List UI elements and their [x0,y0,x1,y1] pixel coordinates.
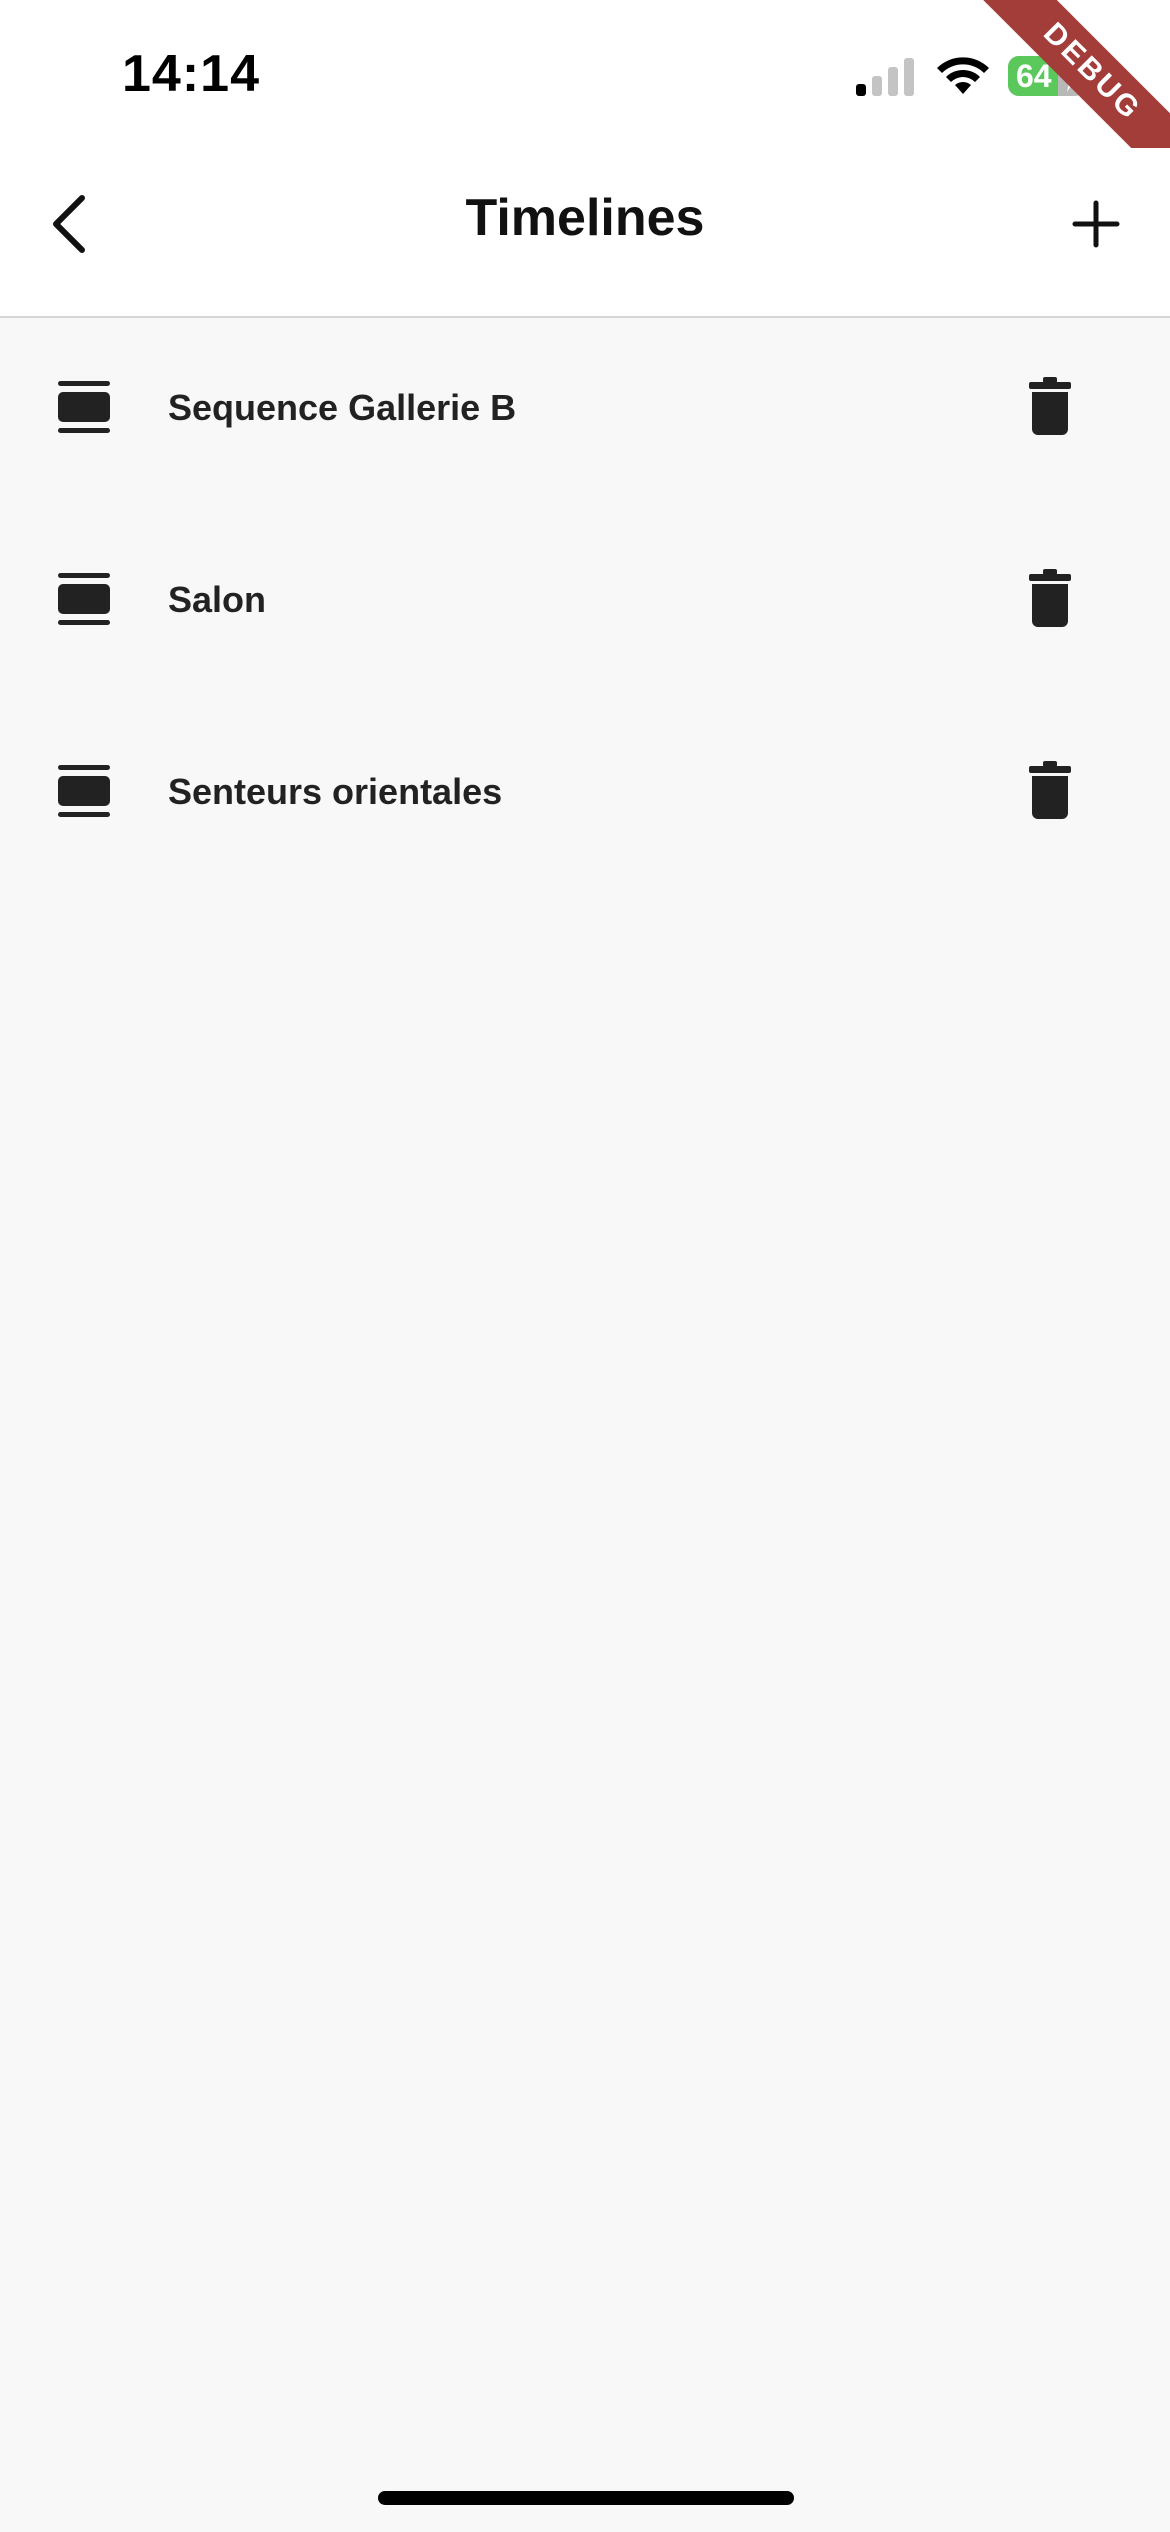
trash-icon [1029,569,1071,627]
home-indicator[interactable] [378,2491,794,2505]
timeline-label: Senteurs orientales [168,771,503,812]
timeline-list-item[interactable]: Sequence Gallerie B [0,318,1170,510]
add-timeline-button[interactable] [1056,184,1136,264]
timelines-list: Sequence Gallerie B Salon Senteurs orien… [0,318,1170,894]
delete-timeline-button[interactable] [1010,366,1090,446]
plus-icon [1072,200,1120,248]
page-title: Timelines [465,189,705,247]
timeline-icon [58,573,110,625]
wifi-icon [937,57,989,94]
status-time: 14:14 [122,45,260,103]
trash-icon [1029,761,1071,819]
status-bar: 14:14 64 [0,0,1170,148]
timeline-list-item[interactable]: Salon [0,510,1170,702]
delete-timeline-button[interactable] [1010,750,1090,830]
cellular-signal-icon [856,58,914,96]
delete-timeline-button[interactable] [1010,558,1090,638]
timeline-label: Salon [168,579,267,620]
timeline-icon [58,765,110,817]
battery-percent: 64 [1016,58,1052,94]
timeline-icon [58,381,110,433]
charging-bolt-icon [1062,60,1080,92]
battery-indicator: 64 [1008,56,1086,96]
timeline-label: Sequence Gallerie B [168,387,517,428]
timeline-list-item[interactable]: Senteurs orientales [0,702,1170,894]
trash-icon [1029,377,1071,435]
navigation-bar: Timelines [0,148,1170,318]
